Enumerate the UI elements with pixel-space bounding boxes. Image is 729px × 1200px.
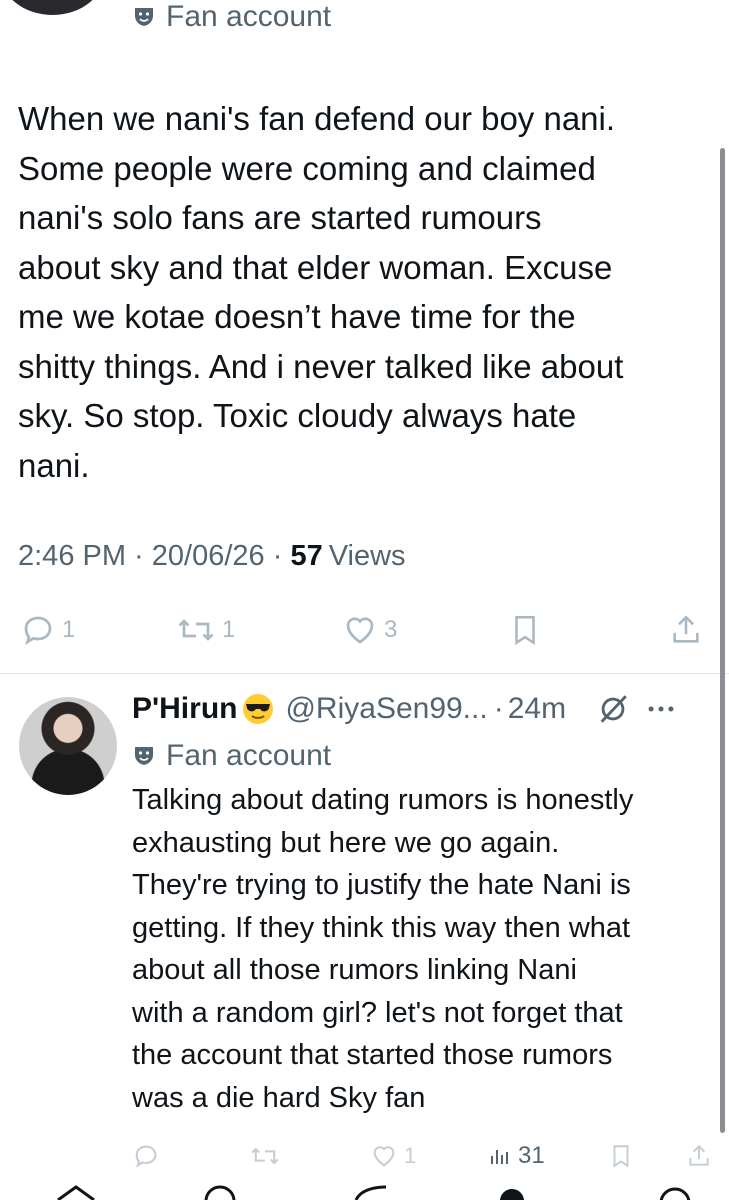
reply-like-count: 1 (404, 1143, 417, 1168)
fan-account-label: Fan account (132, 0, 331, 34)
home-icon (57, 1185, 95, 1200)
tweet-text: When we nani's fan defend our boy nani. … (18, 100, 624, 484)
views-chart-icon (491, 1150, 508, 1164)
reply-retweet-button[interactable] (250, 1142, 280, 1170)
tweet-date[interactable]: 20/06/26 (152, 540, 265, 573)
reply-icon (135, 1145, 157, 1168)
like-count: 3 (384, 616, 398, 643)
share-icon (673, 615, 699, 643)
reply-author-avatar[interactable] (19, 697, 117, 795)
reply-icon (24, 616, 52, 645)
like-button[interactable]: 3 (342, 612, 397, 648)
reply-share-button[interactable] (686, 1142, 712, 1170)
search-icon (204, 1185, 236, 1200)
bookmark-button[interactable] (508, 612, 542, 648)
theater-mask-icon (135, 8, 153, 26)
bookmark-icon (613, 1145, 629, 1168)
reply-tweet-text: Talking about dating rumors is honestly … (132, 784, 634, 1114)
reply-views-button[interactable]: 31 (488, 1142, 545, 1170)
reply-button[interactable]: 1 (20, 612, 75, 648)
share-icon (689, 1144, 709, 1166)
retweet-icon (251, 1147, 279, 1165)
reply-views-count: 31 (518, 1142, 545, 1169)
meta-separator: · (264, 540, 291, 572)
fan-account-text: Fan account (166, 739, 332, 772)
tweet-divider (0, 673, 729, 674)
reply-header: P'Hirun @RiyaSen99... · 24m (132, 692, 678, 726)
messages-icon (659, 1187, 691, 1200)
tweet-time[interactable]: 2:46 PM (18, 540, 126, 573)
reply-like-button[interactable]: 1 (370, 1142, 416, 1170)
fan-account-text: Fan account (166, 0, 332, 33)
header-dot: · (493, 692, 504, 725)
bookmark-icon (515, 615, 535, 646)
notifications-icon (500, 1189, 524, 1200)
views-label: Views (328, 540, 406, 572)
retweet-button[interactable]: 1 (176, 612, 235, 648)
more-options-icon[interactable] (644, 692, 678, 726)
heart-icon (346, 617, 374, 644)
retweet-count: 1 (222, 616, 236, 643)
grok-nav-icon (354, 1185, 387, 1200)
reply-count: 1 (62, 616, 76, 643)
retweet-icon (178, 619, 214, 641)
bottom-navigation[interactable] (0, 1185, 729, 1200)
author-handle[interactable]: @RiyaSen99... (285, 692, 487, 726)
author-name[interactable]: P'Hirun (132, 692, 237, 726)
heart-icon (373, 1146, 395, 1167)
time-ago[interactable]: 24m (508, 692, 566, 726)
sunglasses-emoji-icon (243, 694, 274, 724)
views-count: 57 (290, 540, 323, 572)
author-avatar[interactable] (0, 0, 105, 15)
share-button[interactable] (669, 612, 703, 648)
reply-fan-account-label: Fan account (132, 739, 331, 773)
reply-reply-button[interactable] (132, 1142, 160, 1170)
grok-icon[interactable] (596, 692, 630, 726)
reply-bookmark-button[interactable] (608, 1142, 634, 1170)
scrollbar[interactable] (720, 148, 725, 1133)
meta-separator: · (126, 540, 152, 572)
theater-mask-icon (135, 747, 153, 765)
tweet-meta: 2:46 PM · 20/06/26 · 57 Views (18, 540, 406, 573)
